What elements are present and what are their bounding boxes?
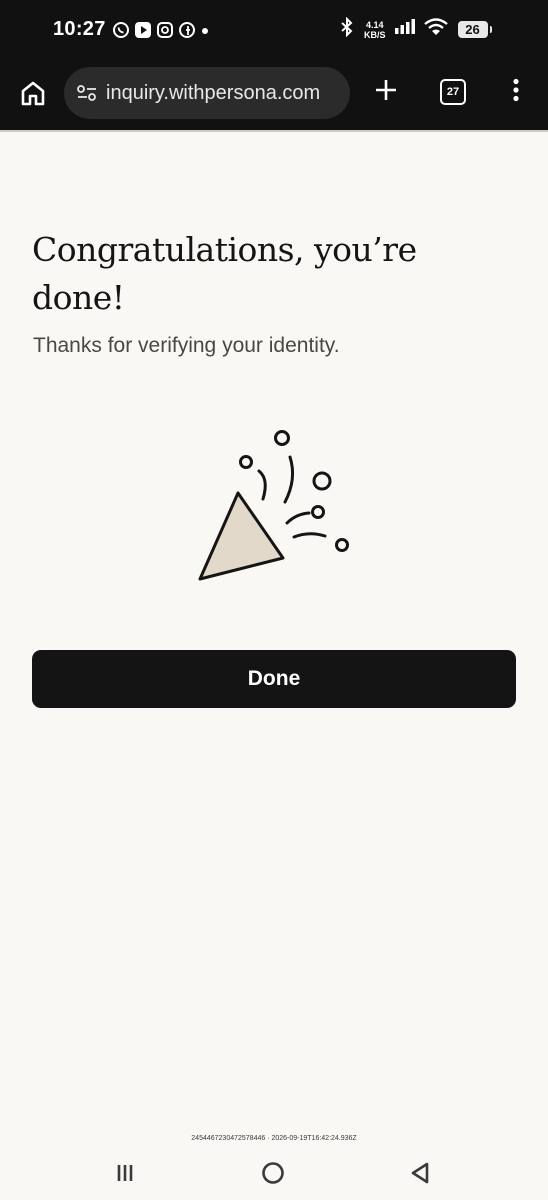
more-vertical-icon [512, 78, 520, 107]
recents-button[interactable] [108, 1158, 142, 1192]
status-bar: 10:27 4.14 KB/S 26 [0, 0, 548, 62]
signal-icon [394, 19, 416, 40]
toolbar-divider [0, 130, 548, 132]
party-popper-icon [196, 426, 356, 586]
tab-count: 27 [446, 86, 460, 98]
system-back-button[interactable] [403, 1158, 437, 1192]
page-title: Congratulations, you’re done! [32, 230, 417, 317]
home-icon [20, 80, 46, 111]
page-subtitle: Thanks for verifying your identity. [33, 334, 340, 357]
site-settings-icon[interactable] [74, 80, 100, 106]
dot-icon [200, 21, 210, 39]
tab-switcher-button[interactable]: 27 [436, 75, 470, 109]
battery-icon: 26 [457, 21, 492, 38]
new-tab-button[interactable] [369, 75, 403, 109]
recents-icon [114, 1162, 136, 1189]
url-text[interactable]: inquiry.withpersona.com [106, 82, 320, 105]
system-home-button[interactable] [256, 1158, 290, 1192]
status-notification-icons [112, 21, 210, 39]
plus-icon [374, 78, 398, 107]
play-icon [134, 21, 152, 39]
back-icon [408, 1161, 432, 1190]
home-circle-icon [260, 1160, 286, 1191]
status-indicators: 4.14 KB/S 26 [340, 16, 492, 42]
bluetooth-icon [340, 16, 354, 42]
instagram-icon [156, 21, 174, 39]
network-speed-unit: KB/S [364, 29, 386, 40]
home-button[interactable] [14, 76, 52, 114]
browser-toolbar: inquiry.withpersona.com 27 [0, 62, 548, 130]
network-speed-value: 4.14 [365, 19, 384, 30]
status-time: 10:27 [53, 18, 106, 40]
battery-level: 26 [465, 22, 480, 37]
address-bar[interactable]: inquiry.withpersona.com [64, 67, 350, 119]
inquiry-reference: 2454467230472578446 · 2026-09-19T16:42:2… [191, 1135, 357, 1142]
tabs-icon: 27 [440, 79, 466, 105]
whatsapp-icon [112, 21, 130, 39]
facebook-icon [178, 21, 196, 39]
system-navigation-bar [0, 1150, 548, 1200]
network-speed: 4.14 KB/S [364, 20, 386, 40]
done-button[interactable]: Done [32, 650, 516, 708]
wifi-icon [423, 18, 448, 41]
browser-menu-button[interactable] [499, 75, 533, 109]
